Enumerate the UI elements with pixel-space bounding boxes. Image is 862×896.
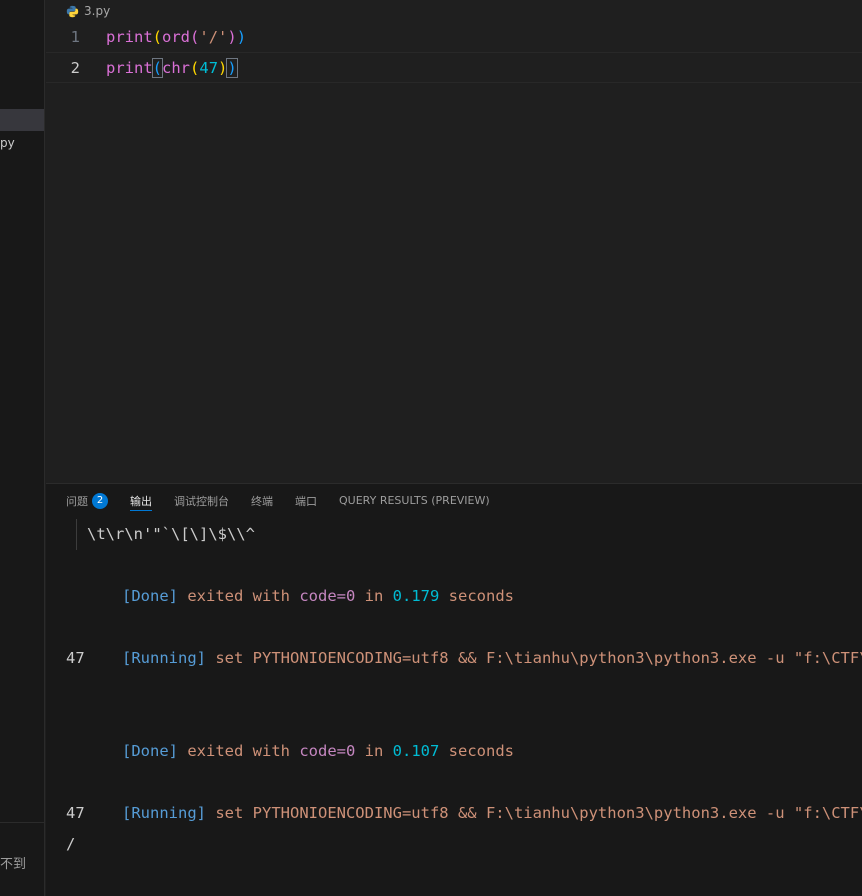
sidebar-selected-item[interactable] <box>0 109 44 131</box>
tab-query-results-label: QUERY RESULTS (PREVIEW) <box>339 494 490 507</box>
sidebar-divider <box>0 822 44 823</box>
running-tag: [Running] <box>122 649 206 667</box>
output-command: set PYTHONIOENCODING=utf8 && F:\tianhu\p… <box>206 804 862 822</box>
tab-problems[interactable]: 问题 2 <box>66 484 108 517</box>
code-token-string: '/' <box>199 27 228 46</box>
tab-terminal[interactable]: 终端 <box>251 484 273 517</box>
breadcrumb-file-name[interactable]: 3.py <box>84 4 110 18</box>
exit-code: code=0 <box>299 742 356 760</box>
tab-terminal-label: 终端 <box>251 494 273 508</box>
elapsed-seconds: 0.179 <box>392 587 440 605</box>
line-number: 2 <box>70 58 80 77</box>
output-text: exited with <box>178 587 300 605</box>
output-console[interactable]: \t\r\n'"`\[\]\$\\^ [Done] exited with co… <box>66 517 862 896</box>
output-line: \t\r\n'"`\[\]\$\\^ <box>76 519 255 550</box>
code-token-paren: ) <box>227 27 237 46</box>
output-command: set PYTHONIOENCODING=utf8 && F:\tianhu\p… <box>206 649 862 667</box>
tab-problems-label: 问题 <box>66 494 88 508</box>
tab-ports-label: 端口 <box>295 494 317 508</box>
exit-code: code=0 <box>299 587 356 605</box>
code-token-print: print <box>106 58 153 77</box>
code-line-1[interactable]: 1 print(ord('/')) <box>46 22 862 51</box>
breadcrumb: 3.py <box>66 2 110 20</box>
panel-tabs: 问题 2 输出 调试控制台 终端 端口 QUERY RESULTS (PREVI… <box>66 484 490 517</box>
code-token-paren: ( <box>151 57 164 78</box>
tab-ports[interactable]: 端口 <box>295 484 317 517</box>
sidebar-bottom-text: 不到 <box>0 857 27 872</box>
tab-query-results[interactable]: QUERY RESULTS (PREVIEW) <box>339 484 490 517</box>
done-tag: [Done] <box>122 587 178 605</box>
code-token-print: print <box>106 27 153 46</box>
code-token-paren: ( <box>190 58 200 77</box>
tab-debug-console-label: 调试控制台 <box>174 494 229 508</box>
python-file-icon <box>66 5 79 18</box>
output-result-line: 47 <box>66 649 85 667</box>
output-result-line: / <box>66 835 76 853</box>
line-number: 1 <box>70 27 80 46</box>
elapsed-seconds: 0.107 <box>392 742 440 760</box>
code-token-paren: ) <box>236 27 247 46</box>
tab-output[interactable]: 输出 <box>130 484 152 517</box>
code-token-function: ord <box>162 27 191 46</box>
output-text: exited with <box>178 742 300 760</box>
tab-output-label: 输出 <box>130 494 152 508</box>
output-done-line: [Done] exited with code=0 in 0.179 secon… <box>66 550 514 605</box>
output-text: in <box>355 742 393 760</box>
code-token-function: chr <box>162 58 191 77</box>
code-line-2[interactable]: 2 print(chr(47)) <box>46 52 862 83</box>
code-token-paren: ) <box>218 58 228 77</box>
output-text: seconds <box>439 587 514 605</box>
output-text: seconds <box>439 742 514 760</box>
output-done-line: [Done] exited with code=0 in 0.107 secon… <box>66 705 514 760</box>
running-tag: [Running] <box>122 804 206 822</box>
problems-count-badge: 2 <box>92 492 108 509</box>
done-tag: [Done] <box>122 742 178 760</box>
code-token-number: 47 <box>199 58 219 77</box>
code-token-paren: ) <box>226 57 238 78</box>
explorer-sidebar: py 不到 <box>0 0 45 896</box>
output-running-line: [Running] set PYTHONIOENCODING=utf8 && F… <box>66 612 862 667</box>
code-token-paren: ( <box>190 27 200 46</box>
tab-debug-console[interactable]: 调试控制台 <box>174 484 229 517</box>
output-text: in <box>355 587 393 605</box>
sidebar-file-item[interactable]: py <box>0 136 15 150</box>
code-token-paren: ( <box>152 27 163 46</box>
bottom-panel: 问题 2 输出 调试控制台 终端 端口 QUERY RESULTS (PREVI… <box>46 483 862 896</box>
output-running-line: [Running] set PYTHONIOENCODING=utf8 && F… <box>66 767 862 822</box>
output-result-line: 47 <box>66 804 85 822</box>
